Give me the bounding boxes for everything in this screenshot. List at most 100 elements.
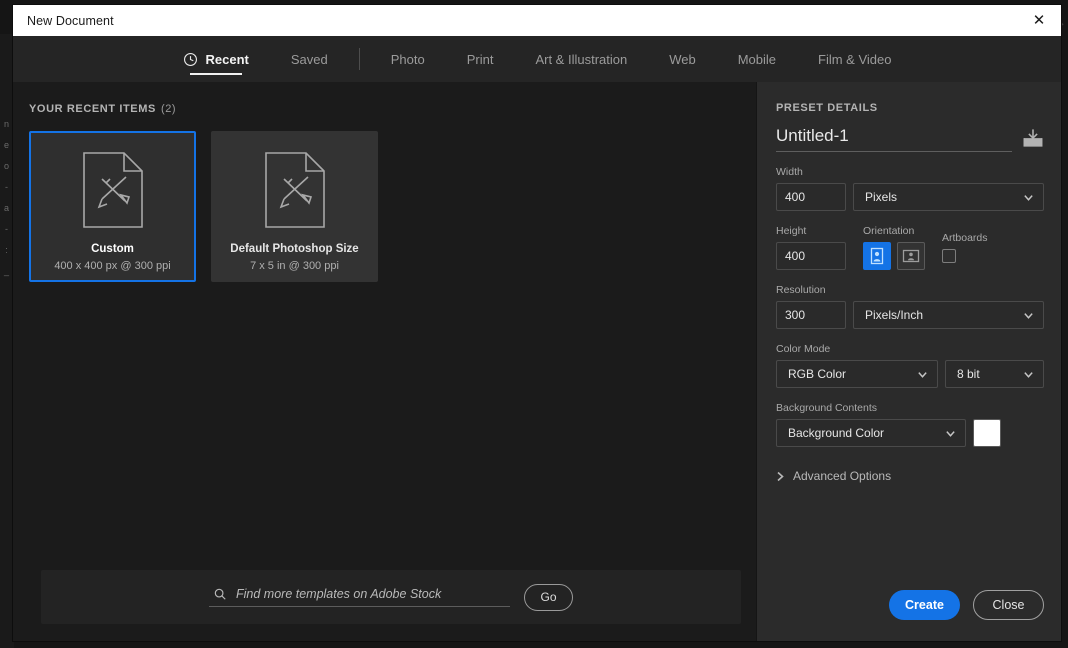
edge-glyph: - — [5, 224, 8, 234]
chevron-down-icon — [917, 369, 928, 380]
width-unit-value: Pixels — [865, 190, 898, 204]
tab-film-video[interactable]: Film & Video — [797, 36, 912, 82]
resolution-input[interactable] — [776, 301, 846, 329]
recent-item-custom[interactable]: Custom 400 x 400 px @ 300 ppi — [29, 131, 196, 282]
search-icon — [213, 587, 227, 601]
chevron-down-icon — [1023, 192, 1034, 203]
width-row: Pixels — [776, 183, 1044, 211]
preset-details-pane: PRESET DETAILS Width — [756, 82, 1061, 641]
edge-glyph: e — [3, 140, 9, 150]
tab-web[interactable]: Web — [648, 36, 717, 82]
recent-item-title: Default Photoshop Size — [230, 243, 359, 255]
color-depth-select[interactable]: 8 bit — [945, 360, 1044, 388]
width-label: Width — [776, 166, 803, 178]
orientation-portrait-button[interactable] — [863, 242, 891, 270]
orientation-buttons — [863, 242, 925, 270]
recent-item-default-photoshop-size[interactable]: Default Photoshop Size 7 x 5 in @ 300 pp… — [211, 131, 378, 282]
edge-glyph: o — [3, 161, 9, 171]
edge-glyph: - — [5, 182, 8, 192]
stock-go-button[interactable]: Go — [524, 583, 573, 611]
new-document-dialog: New Document ✕ Recent Saved Photo Print — [12, 4, 1062, 642]
height-group: Height — [776, 211, 846, 270]
save-preset-icon[interactable] — [1022, 128, 1044, 148]
height-orientation-artboards-row: Height Orientation — [776, 211, 1044, 270]
tab-label: Print — [466, 51, 494, 67]
edge-glyph: a — [3, 203, 9, 213]
edge-glyph: : — [5, 245, 8, 255]
preset-name-input[interactable] — [776, 126, 1012, 152]
orientation-group: Orientation — [863, 211, 925, 270]
adobe-stock-search-bar: Go — [41, 570, 741, 624]
tab-bar: Recent Saved Photo Print Art & Illustrat… — [13, 36, 1061, 82]
chevron-down-icon — [1023, 310, 1034, 321]
recent-item-title: Custom — [91, 243, 134, 255]
recent-item-subtitle: 7 x 5 in @ 300 ppi — [250, 260, 339, 272]
artboards-group: Artboards — [942, 218, 988, 270]
tab-separator — [358, 48, 360, 70]
height-label: Height — [776, 225, 807, 237]
resolution-label: Resolution — [776, 284, 826, 296]
dialog-titlebar: New Document ✕ — [13, 5, 1061, 36]
resolution-unit-value: Pixels/Inch — [865, 308, 924, 322]
document-icon — [82, 151, 144, 229]
recent-items-list: Custom 400 x 400 px @ 300 ppi Default Ph… — [29, 131, 756, 282]
resolution-row: Pixels/Inch — [776, 301, 1044, 329]
recent-item-subtitle: 400 x 400 px @ 300 ppi — [54, 260, 171, 272]
templates-pane: YOUR RECENT ITEMS (2) Custom 400 x 400 p… — [13, 82, 756, 641]
recent-items-count: (2) — [160, 103, 177, 115]
recent-items-heading-label: YOUR RECENT ITEMS — [29, 103, 156, 115]
close-button[interactable]: Close — [973, 590, 1044, 620]
close-icon[interactable]: ✕ — [1017, 5, 1061, 36]
tab-label: Mobile — [737, 51, 777, 67]
chevron-down-icon — [1023, 369, 1034, 380]
tab-photo[interactable]: Photo — [370, 36, 446, 82]
edge-glyph: _ — [3, 266, 9, 276]
tab-label: Recent — [205, 51, 249, 67]
chevron-down-icon — [945, 428, 956, 439]
artboards-label: Artboards — [942, 232, 988, 244]
width-unit-select[interactable]: Pixels — [853, 183, 1044, 211]
tab-label: Saved — [290, 51, 328, 67]
dialog-title: New Document — [27, 13, 114, 28]
color-depth-value: 8 bit — [957, 367, 980, 381]
orientation-label: Orientation — [863, 225, 915, 237]
tab-art-illustration[interactable]: Art & Illustration — [514, 36, 648, 82]
color-mode-select[interactable]: RGB Color — [776, 360, 938, 388]
tab-label: Film & Video — [818, 51, 892, 67]
background-contents-value: Background Color — [788, 426, 885, 440]
dialog-actions: Create Close — [889, 590, 1044, 620]
color-mode-row: RGB Color 8 bit — [776, 360, 1044, 388]
resolution-unit-select[interactable]: Pixels/Inch — [853, 301, 1044, 329]
screen: n e o - a - : _ New Document ✕ Recent Sa… — [0, 0, 1068, 648]
edge-glyph: n — [3, 119, 9, 129]
background-color-swatch[interactable] — [973, 419, 1001, 447]
tab-label: Art & Illustration — [535, 51, 628, 67]
dialog-body: YOUR RECENT ITEMS (2) Custom 400 x 400 p… — [13, 82, 1061, 641]
create-button[interactable]: Create — [889, 590, 960, 620]
stock-search-field[interactable] — [209, 587, 510, 607]
color-mode-label: Color Mode — [776, 343, 831, 355]
height-input[interactable] — [776, 242, 846, 270]
tab-mobile[interactable]: Mobile — [717, 36, 797, 82]
color-mode-value: RGB Color — [788, 367, 847, 381]
advanced-options-toggle[interactable]: Advanced Options — [776, 469, 1044, 483]
background-contents-label: Background Contents — [776, 402, 877, 414]
tab-recent[interactable]: Recent — [162, 36, 270, 82]
document-icon — [264, 151, 326, 229]
background-contents-row: Background Color — [776, 419, 1044, 447]
chevron-right-icon — [776, 471, 785, 482]
advanced-options-label: Advanced Options — [793, 469, 892, 483]
preset-details-heading: PRESET DETAILS — [776, 102, 878, 114]
tab-print[interactable]: Print — [446, 36, 515, 82]
recent-items-heading: YOUR RECENT ITEMS (2) — [29, 103, 756, 115]
tab-label: Photo — [390, 51, 425, 67]
orientation-landscape-button[interactable] — [897, 242, 925, 270]
background-contents-select[interactable]: Background Color — [776, 419, 966, 447]
tab-saved[interactable]: Saved — [270, 36, 349, 82]
clock-icon — [183, 52, 198, 67]
stock-search-input[interactable] — [236, 587, 506, 601]
artboards-checkbox[interactable] — [942, 249, 956, 263]
width-input[interactable] — [776, 183, 846, 211]
preset-name-row — [776, 126, 1044, 152]
tab-label: Web — [669, 51, 696, 67]
